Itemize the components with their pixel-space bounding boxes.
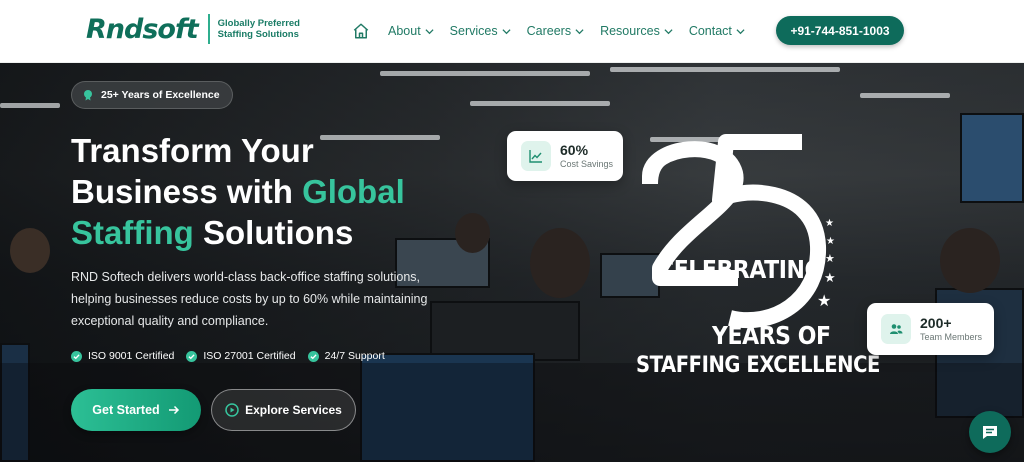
site-header: Rndsoft Globally Preferred Staffing Solu…	[0, 0, 1024, 63]
logo-tagline-line1: Globally Preferred	[217, 18, 300, 29]
cert-label: ISO 9001 Certified	[88, 350, 175, 362]
chevron-down-icon	[575, 28, 584, 34]
logo-wordmark: Rndsoft	[86, 13, 199, 45]
logo[interactable]: Rndsoft Globally Preferred Staffing Solu…	[86, 14, 300, 44]
award-icon	[84, 90, 92, 101]
chevron-down-icon	[425, 28, 434, 34]
get-started-button[interactable]: Get Started	[71, 389, 201, 431]
hero-description: RND Softech delivers world-class back-of…	[71, 270, 428, 328]
users-icon	[881, 314, 911, 344]
nav-item-resources[interactable]: Resources	[600, 24, 673, 38]
check-circle-icon	[186, 350, 198, 362]
nav-item-about[interactable]: About	[388, 24, 434, 38]
star-icon: ★	[825, 218, 834, 229]
play-circle-icon	[225, 403, 239, 417]
monitor	[430, 301, 580, 361]
arrow-right-icon	[168, 405, 179, 415]
trend-up-icon	[521, 141, 551, 171]
ceiling-light	[860, 93, 950, 98]
experience-badge: 25+ Years of Excellence	[71, 81, 233, 109]
cert-item: ISO 27001 Certified	[186, 350, 296, 362]
hero-headline: Transform Your Business with Global Staf…	[71, 130, 511, 253]
cert-item: ISO 9001 Certified	[71, 350, 174, 362]
person-silhouette	[940, 228, 1000, 293]
ceiling-light	[610, 67, 840, 72]
ceiling-light	[470, 101, 610, 106]
stat-text: 60% Cost Savings	[560, 142, 613, 170]
ceiling-light	[0, 103, 60, 108]
nav-item-label: Services	[449, 24, 498, 38]
nav-item-services[interactable]: Services	[450, 24, 511, 38]
explore-services-button[interactable]: Explore Services	[211, 389, 356, 431]
stat-label: Cost Savings	[560, 159, 614, 169]
chat-icon	[983, 426, 997, 439]
star-icon: ★	[825, 252, 835, 265]
logo-tagline: Globally Preferred Staffing Solutions	[218, 18, 300, 40]
emblem-line-1: CELEBRATING	[658, 255, 823, 284]
cert-label: ISO 27001 Certified	[203, 350, 296, 362]
cert-label: 24/7 Support	[324, 350, 385, 362]
nav-item-label: About	[388, 24, 421, 38]
star-icon: ★	[817, 291, 831, 310]
headline-line-3: Staffing Solutions	[71, 212, 511, 253]
star-icon: ★	[824, 271, 836, 286]
nav-item-contact[interactable]: Contact	[689, 24, 745, 38]
button-label: Explore Services	[245, 403, 342, 417]
main-nav: About Services Careers Resources Contact	[352, 22, 761, 40]
logo-divider	[207, 14, 210, 44]
button-label: Get Started	[92, 403, 160, 417]
check-circle-icon	[71, 350, 82, 362]
stat-text: 200+ Team Members	[920, 315, 982, 343]
chevron-down-icon	[736, 28, 745, 34]
chat-button[interactable]	[969, 411, 1011, 453]
emblem-line-2: YEARS OF	[712, 321, 831, 350]
nav-item-label: Contact	[688, 24, 732, 38]
headline-accent: Staffing	[71, 214, 194, 251]
chevron-down-icon	[502, 28, 511, 34]
check-circle-icon	[307, 350, 319, 362]
stat-card-team-members: 200+ Team Members	[867, 303, 994, 355]
monitor	[960, 113, 1024, 203]
headline-line-2: Business with Global	[71, 171, 511, 212]
cert-item: 24/7 Support	[307, 350, 385, 362]
badge-label: 25+ Years of Excellence	[101, 89, 220, 101]
stat-card-cost-savings: 60% Cost Savings	[507, 131, 623, 181]
emblem-line-3: STAFFING EXCELLENCE	[636, 353, 880, 378]
stat-value: 60%	[560, 142, 589, 158]
headline-text: Business with	[71, 173, 303, 210]
nav-item-label: Careers	[526, 24, 572, 38]
stat-label: Team Members	[920, 332, 983, 342]
chevron-down-icon	[664, 28, 673, 34]
nav-item-careers[interactable]: Careers	[527, 24, 584, 38]
nav-item-label: Resources	[600, 24, 660, 38]
phone-button[interactable]: +91-744-851-1003	[776, 16, 904, 45]
certifications-list: ISO 9001 Certified ISO 27001 Certified 2…	[71, 350, 397, 362]
home-icon[interactable]	[352, 22, 370, 40]
headline-accent: Global	[302, 173, 405, 210]
hero-section: 25+ Years of Excellence Transform Your B…	[0, 63, 1024, 462]
person-silhouette	[530, 228, 590, 298]
star-icon: ★	[826, 236, 835, 247]
headline-text: Solutions	[193, 214, 354, 251]
headline-line-1: Transform Your	[71, 132, 314, 169]
person-silhouette	[10, 228, 50, 273]
stat-value: 200+	[920, 315, 952, 331]
ceiling-light	[380, 71, 590, 76]
logo-tagline-line2: Staffing Solutions	[217, 29, 299, 40]
